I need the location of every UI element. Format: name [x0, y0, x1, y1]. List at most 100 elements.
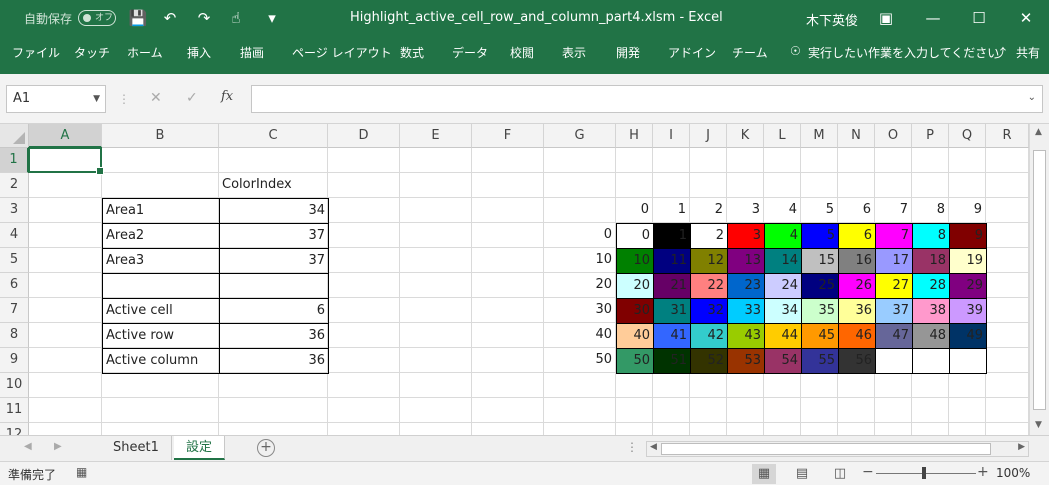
scroll-up-icon[interactable]: ▲: [1035, 127, 1042, 137]
setting-value[interactable]: 6: [219, 298, 329, 324]
undo-icon[interactable]: ↶: [160, 8, 180, 28]
setting-value[interactable]: 36: [219, 348, 329, 374]
grid-cell[interactable]: [544, 148, 616, 173]
grid-cell[interactable]: [949, 423, 986, 435]
color-swatch[interactable]: 11: [653, 248, 691, 274]
column-header[interactable]: F: [472, 124, 544, 148]
grid-cell[interactable]: [544, 423, 616, 435]
row-header[interactable]: 2: [0, 173, 29, 198]
grid-cell[interactable]: [616, 398, 653, 423]
vertical-scrollbar[interactable]: ▲ ▼: [1029, 124, 1049, 435]
setting-value[interactable]: 37: [219, 248, 329, 274]
grid-cell[interactable]: [472, 423, 544, 435]
grid-cell[interactable]: [764, 373, 801, 398]
row-header[interactable]: 5: [0, 248, 29, 273]
grid-cell[interactable]: [328, 173, 400, 198]
grid-cell[interactable]: [912, 173, 949, 198]
grid-cell[interactable]: [764, 148, 801, 173]
column-header[interactable]: J: [690, 124, 727, 148]
grid-cell[interactable]: [544, 173, 616, 198]
grid-cell[interactable]: [801, 373, 838, 398]
color-swatch[interactable]: 33: [727, 298, 765, 324]
cancel-icon[interactable]: ✕: [150, 90, 162, 106]
grid-cell[interactable]: [102, 148, 219, 173]
grid-cell[interactable]: [838, 398, 875, 423]
grid-cell[interactable]: [472, 248, 544, 273]
grid-cell[interactable]: [912, 398, 949, 423]
row-header[interactable]: 10: [0, 373, 29, 398]
grid-cell[interactable]: [875, 398, 912, 423]
grid-cell[interactable]: [949, 398, 986, 423]
color-swatch[interactable]: 40: [616, 323, 654, 349]
vertical-scroll-thumb[interactable]: [1033, 150, 1046, 410]
color-swatch[interactable]: 45: [801, 323, 839, 349]
grid-cell[interactable]: [727, 148, 764, 173]
user-name[interactable]: 木下英俊: [806, 10, 858, 29]
ribbon-tab[interactable]: タッチ: [74, 44, 110, 61]
color-swatch[interactable]: 36: [838, 298, 876, 324]
grid-cell[interactable]: [328, 198, 400, 223]
grid-cell[interactable]: [912, 373, 949, 398]
grid-cell[interactable]: [690, 173, 727, 198]
grid-cell[interactable]: [328, 373, 400, 398]
color-swatch[interactable]: 8: [912, 223, 950, 249]
grid-cell[interactable]: [653, 423, 690, 435]
color-swatch[interactable]: 30: [616, 298, 654, 324]
horizontal-scroll-thumb[interactable]: [661, 443, 991, 455]
sheet-tab-settings[interactable]: 設定: [174, 436, 226, 460]
column-header[interactable]: A: [29, 124, 102, 148]
color-swatch[interactable]: 0: [616, 223, 654, 249]
close-icon[interactable]: ✕: [1013, 6, 1039, 30]
grid-cell[interactable]: [690, 398, 727, 423]
normal-view-icon[interactable]: ▦: [752, 464, 776, 484]
color-swatch[interactable]: [949, 348, 987, 374]
color-swatch[interactable]: 29: [949, 273, 987, 299]
column-header[interactable]: B: [102, 124, 219, 148]
row-header[interactable]: 12: [0, 423, 29, 435]
grid-cell[interactable]: [29, 373, 102, 398]
scroll-down-icon[interactable]: ▼: [1035, 420, 1042, 430]
grid-cell[interactable]: [912, 423, 949, 435]
maximize-icon[interactable]: ☐: [966, 6, 992, 30]
palette-row-header[interactable]: 20: [544, 273, 616, 298]
ribbon-tab[interactable]: 表示: [562, 44, 586, 61]
grid-cell[interactable]: [29, 248, 102, 273]
palette-col-header[interactable]: 2: [690, 198, 727, 223]
palette-col-header[interactable]: 6: [838, 198, 875, 223]
setting-value[interactable]: 36: [219, 323, 329, 349]
color-swatch[interactable]: 13: [727, 248, 765, 274]
color-swatch[interactable]: 50: [616, 348, 654, 374]
row-header[interactable]: 9: [0, 348, 29, 373]
zoom-slider-thumb[interactable]: [922, 467, 926, 479]
setting-label[interactable]: Active column: [102, 348, 220, 374]
grid-cell[interactable]: [986, 248, 1029, 273]
palette-col-header[interactable]: 4: [764, 198, 801, 223]
expand-formula-icon[interactable]: ⌄: [1028, 92, 1036, 103]
grid-cell[interactable]: [472, 373, 544, 398]
grid-cell[interactable]: [727, 373, 764, 398]
grid-cell[interactable]: [727, 398, 764, 423]
color-swatch[interactable]: 6: [838, 223, 876, 249]
column-header[interactable]: L: [764, 124, 801, 148]
page-break-view-icon[interactable]: ◫: [828, 464, 852, 484]
grid-cell[interactable]: [29, 273, 102, 298]
grid-cell[interactable]: [690, 373, 727, 398]
grid-cell[interactable]: [219, 148, 328, 173]
grid-cell[interactable]: [838, 373, 875, 398]
grid-cell[interactable]: [949, 173, 986, 198]
zoom-level[interactable]: 100%: [996, 466, 1030, 480]
grid-cell[interactable]: [838, 423, 875, 435]
setting-label[interactable]: [102, 273, 220, 299]
grid-cell[interactable]: [949, 148, 986, 173]
row-header[interactable]: 8: [0, 323, 29, 348]
grid-cell[interactable]: [986, 298, 1029, 323]
ribbon-tab[interactable]: 挿入: [187, 44, 211, 61]
color-swatch[interactable]: 55: [801, 348, 839, 374]
insert-function-icon[interactable]: fx: [221, 89, 233, 104]
ribbon-tab[interactable]: ページ レイアウト: [292, 44, 392, 61]
grid-cell[interactable]: [219, 373, 328, 398]
color-swatch[interactable]: 15: [801, 248, 839, 274]
grid-cell[interactable]: [400, 373, 472, 398]
grid-cell[interactable]: [653, 373, 690, 398]
grid-cell[interactable]: [801, 173, 838, 198]
